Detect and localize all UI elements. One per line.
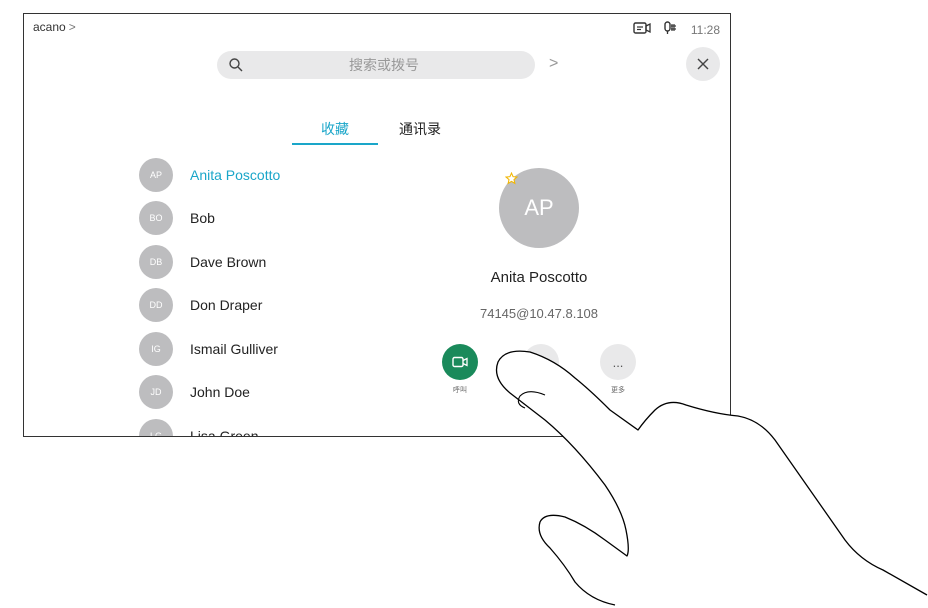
tab-active-indicator: [292, 143, 378, 145]
contact-name: Lisa Green: [190, 428, 259, 437]
list-item[interactable]: LG Lisa Green: [139, 418, 359, 437]
action-button[interactable]: [523, 344, 559, 380]
search-input[interactable]: [257, 51, 511, 81]
breadcrumb-label: acano: [33, 20, 66, 34]
more-button[interactable]: ...: [600, 344, 636, 380]
call-button[interactable]: [442, 344, 478, 380]
more-icon: ...: [612, 354, 624, 370]
close-icon: [697, 58, 709, 70]
touch-screen-panel: acano> 11:28 > 收藏 通讯录 AP: [23, 13, 731, 437]
contact-name: Anita Poscotto: [190, 167, 281, 183]
contact-name: Dave Brown: [190, 254, 267, 270]
avatar: AP: [139, 158, 173, 192]
contact-name: Don Draper: [190, 297, 263, 313]
list-item[interactable]: JD John Doe: [139, 374, 359, 410]
tab-directory-label: 通讯录: [399, 122, 441, 138]
call-button-label: 呼叫: [453, 386, 467, 394]
detail-contact-name: Anita Poscotto: [490, 269, 588, 286]
star-icon[interactable]: [504, 171, 519, 190]
breadcrumb[interactable]: acano >: [33, 20, 76, 34]
list-item[interactable]: AP Anita Poscotto: [139, 157, 359, 193]
tab-directory[interactable]: 通讯录: [399, 119, 441, 139]
tab-favorites[interactable]: 收藏: [292, 119, 378, 145]
detail-contact-uri: 74145@10.47.8.108: [479, 306, 599, 321]
list-item[interactable]: DB Dave Brown: [139, 244, 359, 280]
status-area: 11:28: [633, 20, 720, 39]
avatar: BO: [139, 201, 173, 235]
video-call-icon: [452, 356, 468, 368]
tab-favorites-label: 收藏: [321, 122, 349, 138]
search-icon: [228, 57, 244, 78]
search-bar[interactable]: [217, 51, 535, 81]
camera-icon[interactable]: [633, 21, 651, 38]
chevron-right-icon: >: [68, 20, 76, 34]
microphone-icon[interactable]: [663, 20, 679, 39]
top-bar: acano > 11:28: [24, 14, 730, 44]
list-item[interactable]: DD Don Draper: [139, 287, 359, 323]
clock: 11:28: [690, 22, 720, 37]
avatar: DD: [139, 288, 173, 322]
avatar: LG: [139, 419, 173, 436]
list-item[interactable]: IG Ismail Gulliver: [139, 331, 359, 367]
tab-bar: 收藏 通讯录: [24, 119, 730, 149]
avatar: IG: [139, 332, 173, 366]
contact-name: Ismail Gulliver: [190, 341, 278, 357]
list-item[interactable]: BO Bob: [139, 200, 359, 236]
close-button[interactable]: [686, 47, 720, 81]
contact-name: Bob: [190, 210, 215, 226]
more-button-label: 更多: [611, 386, 625, 394]
avatar: JD: [139, 375, 173, 409]
search-next-chevron-icon[interactable]: >: [549, 55, 558, 73]
avatar: DB: [139, 245, 173, 279]
contact-name: John Doe: [190, 384, 250, 400]
